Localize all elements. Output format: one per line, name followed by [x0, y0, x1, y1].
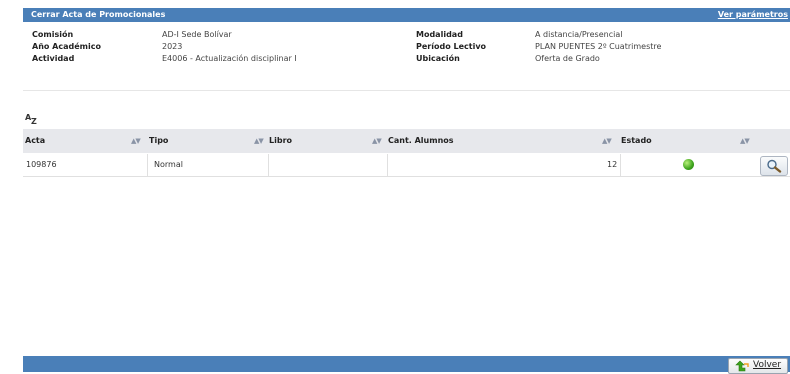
info-periodo-label: Período Lectivo [416, 42, 487, 51]
az-sort-icon[interactable]: A Z [25, 113, 39, 126]
ver-parametros-link[interactable]: Ver parámetros [718, 10, 788, 19]
column-divider [268, 154, 269, 176]
cell-tipo: Normal [154, 160, 183, 169]
column-header-acta[interactable]: Acta [25, 129, 45, 153]
cell-cant-alumnos: 12 [607, 160, 618, 169]
info-modalidad-label: Modalidad [416, 30, 463, 39]
info-anio-value: 2023 [162, 42, 183, 51]
info-anio-label: Año Académico [32, 42, 101, 51]
view-acta-button[interactable] [760, 156, 788, 176]
info-modalidad-value: A distancia/Presencial [535, 30, 623, 39]
info-comision-label: Comisión [32, 30, 74, 39]
cell-acta: 109876 [26, 160, 57, 169]
info-comision-value: AD-I Sede Bolívar [162, 30, 232, 39]
green-back-arrow-icon [735, 360, 749, 372]
sort-arrows-estado[interactable]: ▲▼ [740, 129, 750, 153]
column-header-cant-alumnos[interactable]: Cant. Alumnos [388, 129, 454, 153]
volver-label: Volver [753, 360, 782, 370]
column-divider [620, 154, 621, 176]
green-status-dot [683, 159, 694, 170]
panel-title: Cerrar Acta de Promocionales [31, 10, 166, 19]
column-header-libro[interactable]: Libro [269, 129, 292, 153]
info-ubicacion-label: Ubicación [416, 54, 460, 63]
sort-arrows-acta[interactable]: ▲▼ [131, 129, 141, 153]
info-actividad-value: E4006 - Actualización disciplinar I [162, 54, 297, 63]
column-divider [147, 154, 148, 176]
title-bar: Cerrar Acta de Promocionales Ver parámet… [23, 8, 790, 22]
column-divider [387, 154, 388, 176]
footer-bar: Volver [23, 356, 790, 374]
info-ubicacion-value: Oferta de Grado [535, 54, 600, 63]
grid-header: Acta ▲▼ Tipo ▲▼ Libro ▲▼ Cant. Alumnos ▲… [23, 129, 790, 153]
sort-arrows-libro[interactable]: ▲▼ [372, 129, 382, 153]
column-header-tipo[interactable]: Tipo [149, 129, 168, 153]
sort-arrows-cant-alumnos[interactable]: ▲▼ [602, 129, 612, 153]
info-periodo-value: PLAN PUENTES 2º Cuatrimestre [535, 42, 662, 51]
cerrar-acta-panel: Cerrar Acta de Promocionales Ver parámet… [23, 8, 790, 374]
sort-arrows-tipo[interactable]: ▲▼ [254, 129, 264, 153]
info-actividad-label: Actividad [32, 54, 75, 63]
info-separator [23, 90, 790, 91]
column-header-estado[interactable]: Estado [621, 129, 652, 153]
magnifier-icon [767, 159, 782, 173]
table-row[interactable]: 109876 Normal 12 [23, 154, 790, 177]
